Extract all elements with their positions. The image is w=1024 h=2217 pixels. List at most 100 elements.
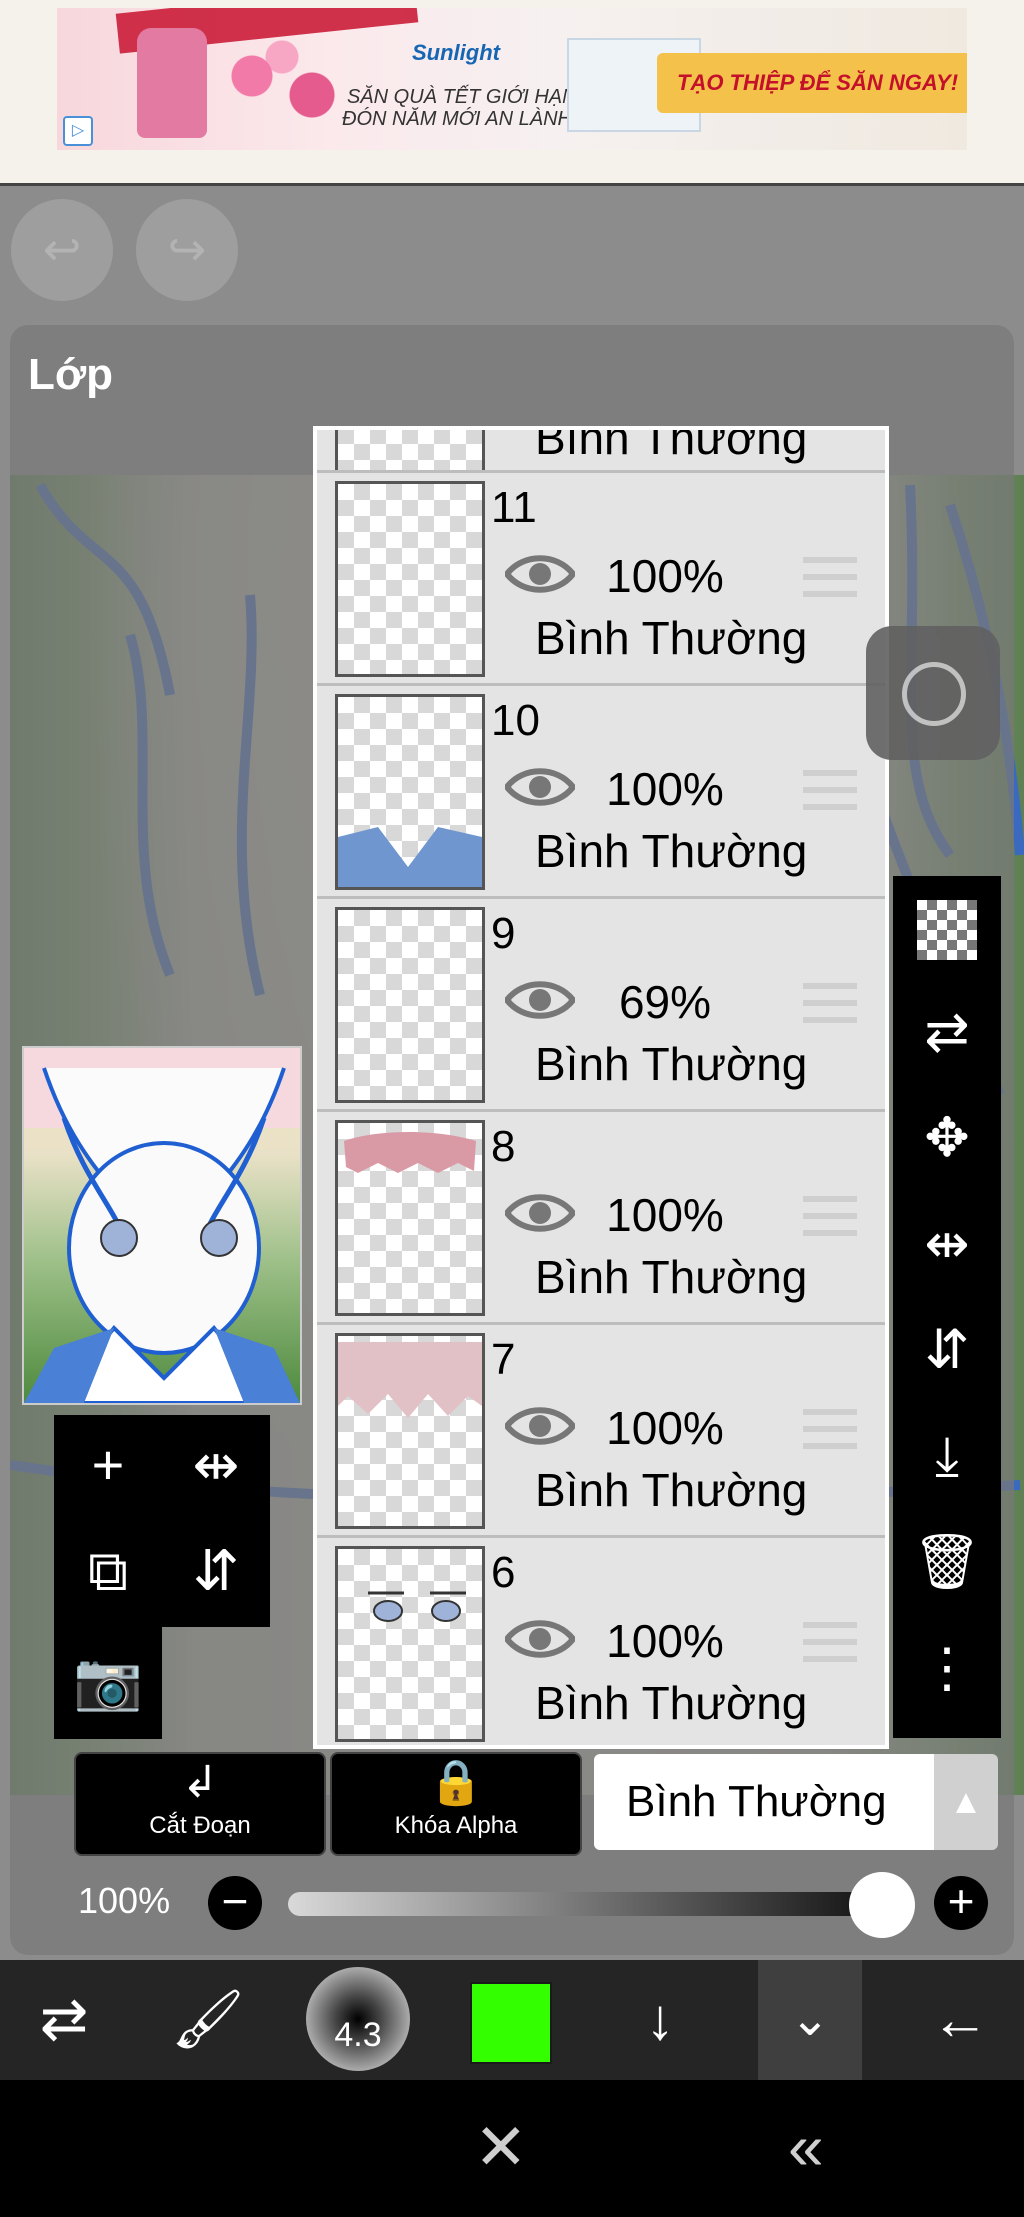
swap-layers-icon[interactable]: ⇄ — [893, 982, 1001, 1082]
flip-canvas-vertical-icon[interactable]: ⇵ — [162, 1521, 270, 1621]
blend-mode-dropdown-icon[interactable]: ▲ — [934, 1754, 998, 1850]
drag-handle-icon[interactable] — [803, 770, 857, 810]
drag-handle-icon[interactable] — [803, 983, 857, 1023]
opacity-decrease-button[interactable]: − — [208, 1876, 262, 1930]
layer-content-preview — [344, 1132, 476, 1173]
more-options-icon[interactable]: ⋮ — [893, 1618, 1001, 1718]
layer-opacity: 100% — [606, 1402, 724, 1454]
redo-button[interactable]: ↪ — [136, 199, 238, 301]
layer-blend-mode: Bình Thường — [535, 426, 808, 464]
canvas-preview-thumbnail[interactable] — [22, 1046, 302, 1405]
layer-number: 11 — [491, 483, 537, 532]
opacity-slider[interactable] — [288, 1892, 882, 1916]
layer-number: 7 — [491, 1335, 516, 1384]
adchoices-icon[interactable]: ▷ — [63, 116, 93, 146]
drag-handle-icon[interactable] — [803, 1409, 857, 1449]
blend-mode-select[interactable]: Bình Thường — [594, 1754, 934, 1850]
drag-handle-icon[interactable] — [803, 1622, 857, 1662]
chevron-down-icon: ⌄ — [789, 1993, 831, 2046]
layer-add-toolbar: + ⇹ ⧉ ⇵ — [54, 1415, 270, 1627]
brush-icon[interactable]: 🖌 — [158, 1960, 258, 2080]
visibility-eye-icon[interactable] — [505, 764, 575, 810]
transparent-fill-icon[interactable] — [893, 876, 1001, 976]
layer-content-preview — [368, 1591, 466, 1622]
layer-thumbnail — [335, 1120, 485, 1316]
flip-vertical-icon[interactable]: ⇵ — [893, 1300, 1001, 1400]
arrow-down-icon[interactable]: ↓ — [610, 1960, 710, 2080]
trash-icon[interactable]: 🗑 — [893, 1512, 1001, 1612]
alpha-lock-button[interactable]: 🔒 Khóa Alpha — [330, 1752, 582, 1856]
layer-number: 8 — [491, 1122, 516, 1171]
panel-title: Lớp — [28, 350, 114, 399]
ad-subheadline: ĐÓN NĂM MỚI AN LÀNH — [342, 108, 572, 130]
ad-cta-button[interactable]: TẠO THIỆP ĐỂ SĂN NGAY! — [657, 53, 967, 113]
layer-content-preview — [338, 1342, 482, 1418]
camera-toolbar: 📷 — [54, 1627, 162, 1739]
close-x-icon[interactable]: ✕ — [474, 2110, 528, 2185]
layer-blend-mode: Bình Thường — [535, 1038, 808, 1090]
ad-flowers-image — [207, 38, 357, 133]
tool-switch-icon[interactable]: ⇄ — [14, 1960, 114, 2080]
layer-row[interactable]: 6 100% Bình Thường — [317, 1535, 885, 1745]
layer-opacity: 100% — [606, 1615, 724, 1667]
opacity-increase-button[interactable]: + — [934, 1876, 988, 1930]
layer-thumbnail — [335, 481, 485, 677]
layer-blend-mode: Bình Thường — [535, 612, 808, 664]
undo-button[interactable]: ↩ — [11, 199, 113, 301]
color-swatch[interactable] — [470, 1982, 552, 2064]
visibility-eye-icon[interactable] — [505, 977, 575, 1023]
layer-blend-mode: Bình Thường — [535, 825, 808, 877]
undo-icon: ↩ — [42, 223, 82, 275]
layer-number: 10 — [491, 696, 540, 745]
layer-tools-toolbar: ⇄ ✥ ⇹ ⇵ ⤓ 🗑 ⋮ — [893, 876, 1001, 1738]
lock-icon: 🔒 — [428, 1758, 484, 1807]
layer-opacity: 69% — [618, 976, 712, 1028]
layer-number: 6 — [491, 1548, 516, 1597]
layer-row[interactable]: 8 100% Bình Thường — [317, 1109, 885, 1325]
layer-blend-mode: Bình Thường — [535, 1464, 808, 1516]
layer-list[interactable]: Bình Thường 11 100% Bình Thường 10 100% … — [313, 426, 889, 1749]
layer-row[interactable]: 9 69% Bình Thường — [317, 896, 885, 1112]
camera-icon[interactable]: 📷 — [54, 1631, 162, 1731]
visibility-eye-icon[interactable] — [505, 1616, 575, 1662]
double-chevron-back-icon[interactable]: « — [788, 2110, 824, 2184]
layer-thumbnail — [335, 1546, 485, 1742]
clipping-button[interactable]: ↲ Cắt Đoạn — [74, 1752, 326, 1856]
layer-opacity: 100% — [606, 763, 724, 815]
move-icon[interactable]: ✥ — [893, 1088, 1001, 1188]
clip-arrow-icon: ↲ — [181, 1758, 219, 1807]
visibility-eye-icon[interactable] — [505, 551, 575, 597]
layer-row[interactable]: 10 100% Bình Thường — [317, 683, 885, 899]
layer-content-preview — [338, 827, 482, 887]
circle-icon — [902, 662, 966, 726]
layer-number: 9 — [491, 909, 516, 958]
brush-size-value: 4.3 — [334, 2016, 382, 2054]
redo-icon: ↪ — [167, 223, 207, 275]
layer-blend-mode: Bình Thường — [535, 1251, 808, 1303]
back-arrow-icon[interactable]: ← — [910, 1960, 1010, 2080]
layer-opacity: 100% — [606, 550, 724, 602]
floating-assistive-button[interactable] — [866, 626, 1000, 760]
flip-canvas-horizontal-icon[interactable]: ⇹ — [162, 1415, 270, 1515]
opacity-slider-knob[interactable] — [849, 1872, 915, 1938]
layer-thumbnail — [335, 1333, 485, 1529]
visibility-eye-icon[interactable] — [505, 1190, 575, 1236]
ad-banner[interactable]: Sunlight SĂN QUÀ TẾT GIỚI HẠN ĐÓN NĂM MỚ… — [57, 8, 967, 150]
layer-thumbnail — [335, 907, 485, 1103]
merge-down-icon[interactable]: ⤓ — [893, 1406, 1001, 1506]
drag-handle-icon[interactable] — [803, 1196, 857, 1236]
layer-row[interactable]: 7 100% Bình Thường — [317, 1322, 885, 1538]
ad-logo: Sunlight — [412, 40, 500, 65]
flip-horizontal-icon[interactable]: ⇹ — [893, 1194, 1001, 1294]
drag-handle-icon[interactable] — [803, 557, 857, 597]
layer-blend-mode: Bình Thường — [535, 1677, 808, 1729]
ad-headline: SĂN QUÀ TẾT GIỚI HẠN — [347, 86, 577, 108]
add-layer-icon[interactable]: + — [54, 1415, 162, 1515]
layer-opacity: 100% — [606, 1189, 724, 1241]
visibility-eye-icon[interactable] — [505, 1403, 575, 1449]
layer-row[interactable]: 11 100% Bình Thường — [317, 470, 885, 686]
ad-product-image — [137, 28, 207, 138]
preview-illustration — [24, 1048, 300, 1403]
alpha-lock-label: Khóa Alpha — [394, 1812, 518, 1839]
duplicate-layer-icon[interactable]: ⧉ — [54, 1521, 162, 1621]
